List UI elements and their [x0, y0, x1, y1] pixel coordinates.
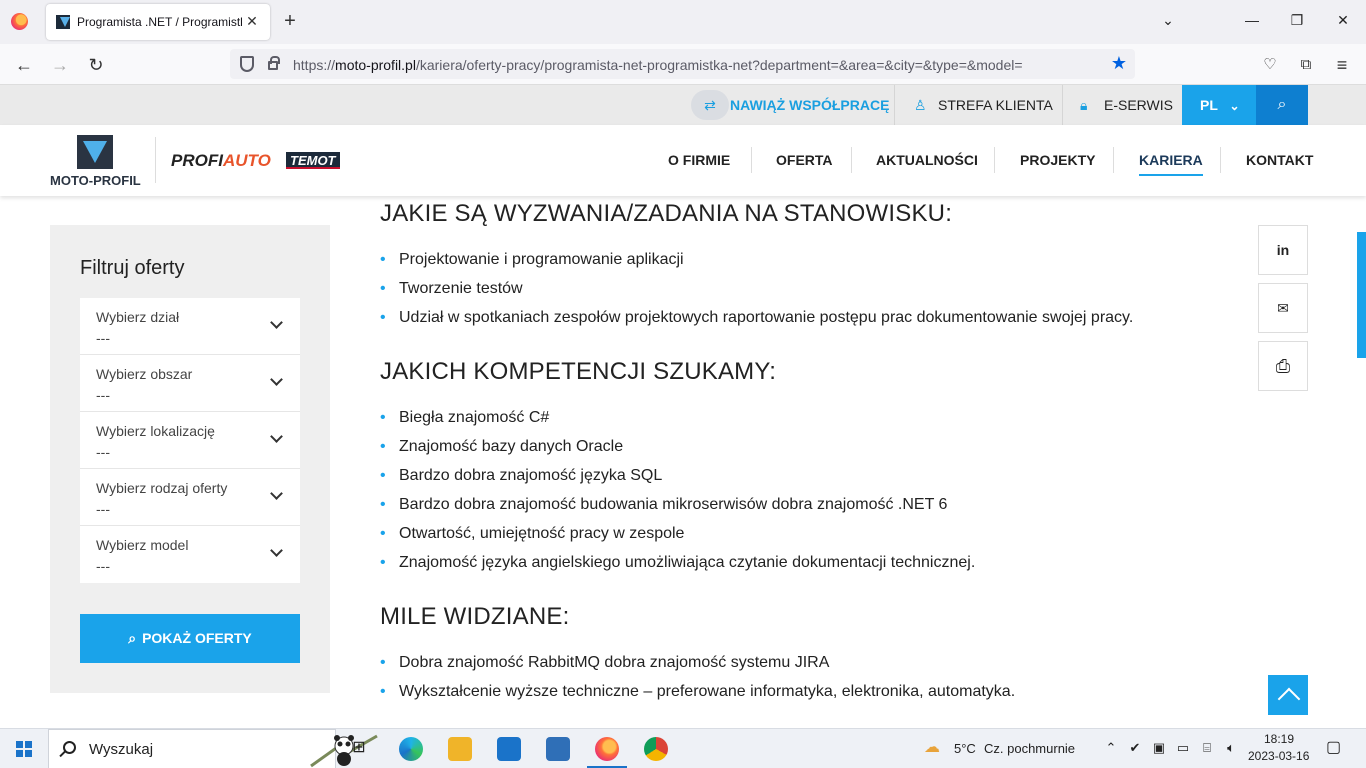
section-title: JAKICH KOMPETENCJI SZUKAMY: — [380, 358, 777, 385]
lock-icon[interactable] — [268, 56, 280, 70]
extensions-icon[interactable]: ⧉ — [1294, 53, 1318, 77]
pocket-icon[interactable]: ♡ — [1258, 53, 1282, 77]
site-favicon-icon — [56, 15, 70, 29]
filter-list: Wybierz dział --- Wybierz obszar --- Wyb… — [80, 298, 300, 583]
back-icon[interactable]: ← — [12, 53, 36, 77]
language-selector[interactable]: PL ⌄ — [1182, 85, 1256, 125]
file-explorer-icon[interactable] — [448, 737, 472, 761]
notifications-icon[interactable]: ▢ — [1326, 740, 1341, 756]
panda-search-highlight-icon — [310, 734, 378, 768]
nav-projekty[interactable]: PROJEKTY — [1020, 125, 1095, 196]
browser-tabbar: Programista .NET / Programistka .NET ✕ +… — [0, 0, 1366, 44]
url-text[interactable]: https://moto-profil.pl/kariera/oferty-pr… — [293, 57, 1023, 73]
nav-kontakt[interactable]: KONTAKT — [1246, 125, 1313, 196]
filter-location-select[interactable]: Wybierz lokalizację --- — [80, 412, 300, 469]
section-title: MILE WIDZIANE: — [380, 603, 570, 630]
close-tab-icon[interactable]: ✕ — [242, 11, 262, 31]
temot-logo[interactable]: TEMOT — [286, 152, 340, 169]
moto-profil-mark-icon — [77, 135, 113, 169]
firefox-taskbar-icon[interactable] — [595, 737, 619, 761]
clock-date[interactable]: 2023-03-16 — [1248, 749, 1309, 763]
minimize-icon[interactable]: — — [1242, 12, 1262, 28]
filter-offer-type-select[interactable]: Wybierz rodzaj oferty --- — [80, 469, 300, 526]
new-tab-button[interactable]: + — [280, 10, 300, 32]
partner-link[interactable]: NAWIĄŻ WSPÓŁPRACĘ — [730, 85, 889, 125]
menu-icon[interactable]: ≡ — [1330, 53, 1354, 77]
nav-aktualnosci[interactable]: AKTUALNOŚCI — [876, 125, 978, 196]
site-topbar: ⇄ NAWIĄŻ WSPÓŁPRACĘ ♙ STREFA KLIENTA 🔒︎ … — [0, 85, 1366, 125]
battery-icon[interactable]: ▭ — [1176, 741, 1190, 755]
chevron-down-icon — [270, 487, 283, 500]
list-all-tabs-icon[interactable]: ⌄ — [1158, 12, 1178, 29]
clock-time[interactable]: 18:19 — [1264, 732, 1294, 746]
page-scrollbar[interactable] — [1357, 232, 1366, 358]
moto-profil-logo[interactable]: MOTO-PROFIL — [50, 135, 142, 189]
handshake-icon[interactable]: ⇄ — [691, 90, 729, 120]
address-bar[interactable]: https://moto-profil.pl/kariera/oferty-pr… — [230, 49, 1135, 79]
forward-icon[interactable]: → — [48, 53, 72, 77]
browser-navbar: ← → ↻ https://moto-profil.pl/kariera/ofe… — [0, 44, 1366, 85]
chevron-down-icon — [270, 430, 283, 443]
search-icon — [63, 741, 76, 754]
filter-panel: Filtruj oferty Wybierz dział --- Wybierz… — [50, 225, 330, 693]
nav-kariera[interactable]: KARIERA — [1139, 125, 1203, 196]
chevron-down-icon — [270, 373, 283, 386]
firefox-icon[interactable] — [11, 13, 28, 30]
security-icon[interactable]: ✔ — [1128, 741, 1142, 755]
section-title: JAKIE SĄ WYZWANIA/ZADANIA NA STANOWISKU: — [380, 200, 953, 227]
search-icon: ⌕ — [128, 630, 137, 646]
site-header: MOTO-PROFIL PROFIAUTO TEMOT O FIRMIE OFE… — [0, 125, 1366, 196]
chevron-up-icon[interactable]: ⌃ — [1104, 741, 1118, 755]
tracking-protection-icon[interactable] — [240, 56, 254, 72]
volume-icon[interactable]: 🔈︎ — [1224, 741, 1238, 755]
print-icon[interactable]: ⎙ — [1258, 341, 1308, 391]
email-share-icon[interactable]: ✉ — [1258, 283, 1308, 333]
task-view-icon[interactable]: ⊞ — [352, 740, 366, 756]
network-icon[interactable]: ⌸ — [1200, 741, 1214, 755]
filter-model-select[interactable]: Wybierz model --- — [80, 526, 300, 583]
user-icon: ♙ — [914, 97, 927, 113]
weather-icon[interactable]: ☁ — [924, 740, 940, 756]
chevron-down-icon: ⌄ — [1229, 99, 1240, 113]
bookmark-star-icon[interactable]: ★ — [1111, 53, 1127, 74]
restore-icon[interactable]: ❐ — [1287, 12, 1307, 29]
weather-desc[interactable]: Cz. pochmurnie — [984, 741, 1075, 756]
chrome-icon[interactable] — [644, 737, 668, 761]
nav-oferta[interactable]: OFERTA — [776, 125, 833, 196]
filter-department-select[interactable]: Wybierz dział --- — [80, 298, 300, 355]
profiauto-logo[interactable]: PROFIAUTO — [171, 151, 271, 171]
device-icon[interactable]: ▣ — [1152, 741, 1166, 755]
tab-title: Programista .NET / Programistka .NET — [77, 15, 242, 29]
scroll-to-top-button[interactable] — [1268, 675, 1308, 715]
linkedin-share-icon[interactable]: in — [1258, 225, 1308, 275]
windows-taskbar: Wyszukaj ⊞ ☁ 5°C Cz. pochmurnie ⌃ ✔ ▣ ▭ … — [0, 728, 1366, 768]
browser-tab[interactable]: Programista .NET / Programistka .NET ✕ — [46, 4, 270, 40]
taskbar-search[interactable]: Wyszukaj — [48, 729, 378, 768]
store-icon[interactable] — [546, 737, 570, 761]
eservice-link[interactable]: E-SERWIS — [1104, 85, 1173, 125]
chevron-down-icon — [270, 544, 283, 557]
search-icon[interactable]: ⌕ — [1256, 85, 1308, 125]
weather-temp[interactable]: 5°C — [954, 741, 976, 756]
windows-start-icon[interactable] — [16, 741, 32, 757]
reload-icon[interactable]: ↻ — [84, 53, 108, 77]
chevron-down-icon — [270, 316, 283, 329]
close-window-icon[interactable]: ✕ — [1333, 12, 1353, 29]
nav-o-firmie[interactable]: O FIRMIE — [668, 125, 730, 196]
show-offers-button[interactable]: ⌕ POKAŻ OFERTY — [80, 614, 300, 663]
edge-icon[interactable] — [399, 737, 423, 761]
mail-icon[interactable] — [497, 737, 521, 761]
lock-small-icon: 🔒︎ — [1080, 97, 1088, 113]
filter-area-select[interactable]: Wybierz obszar --- — [80, 355, 300, 412]
client-zone-link[interactable]: STREFA KLIENTA — [938, 85, 1053, 125]
filter-title: Filtruj oferty — [80, 257, 185, 279]
